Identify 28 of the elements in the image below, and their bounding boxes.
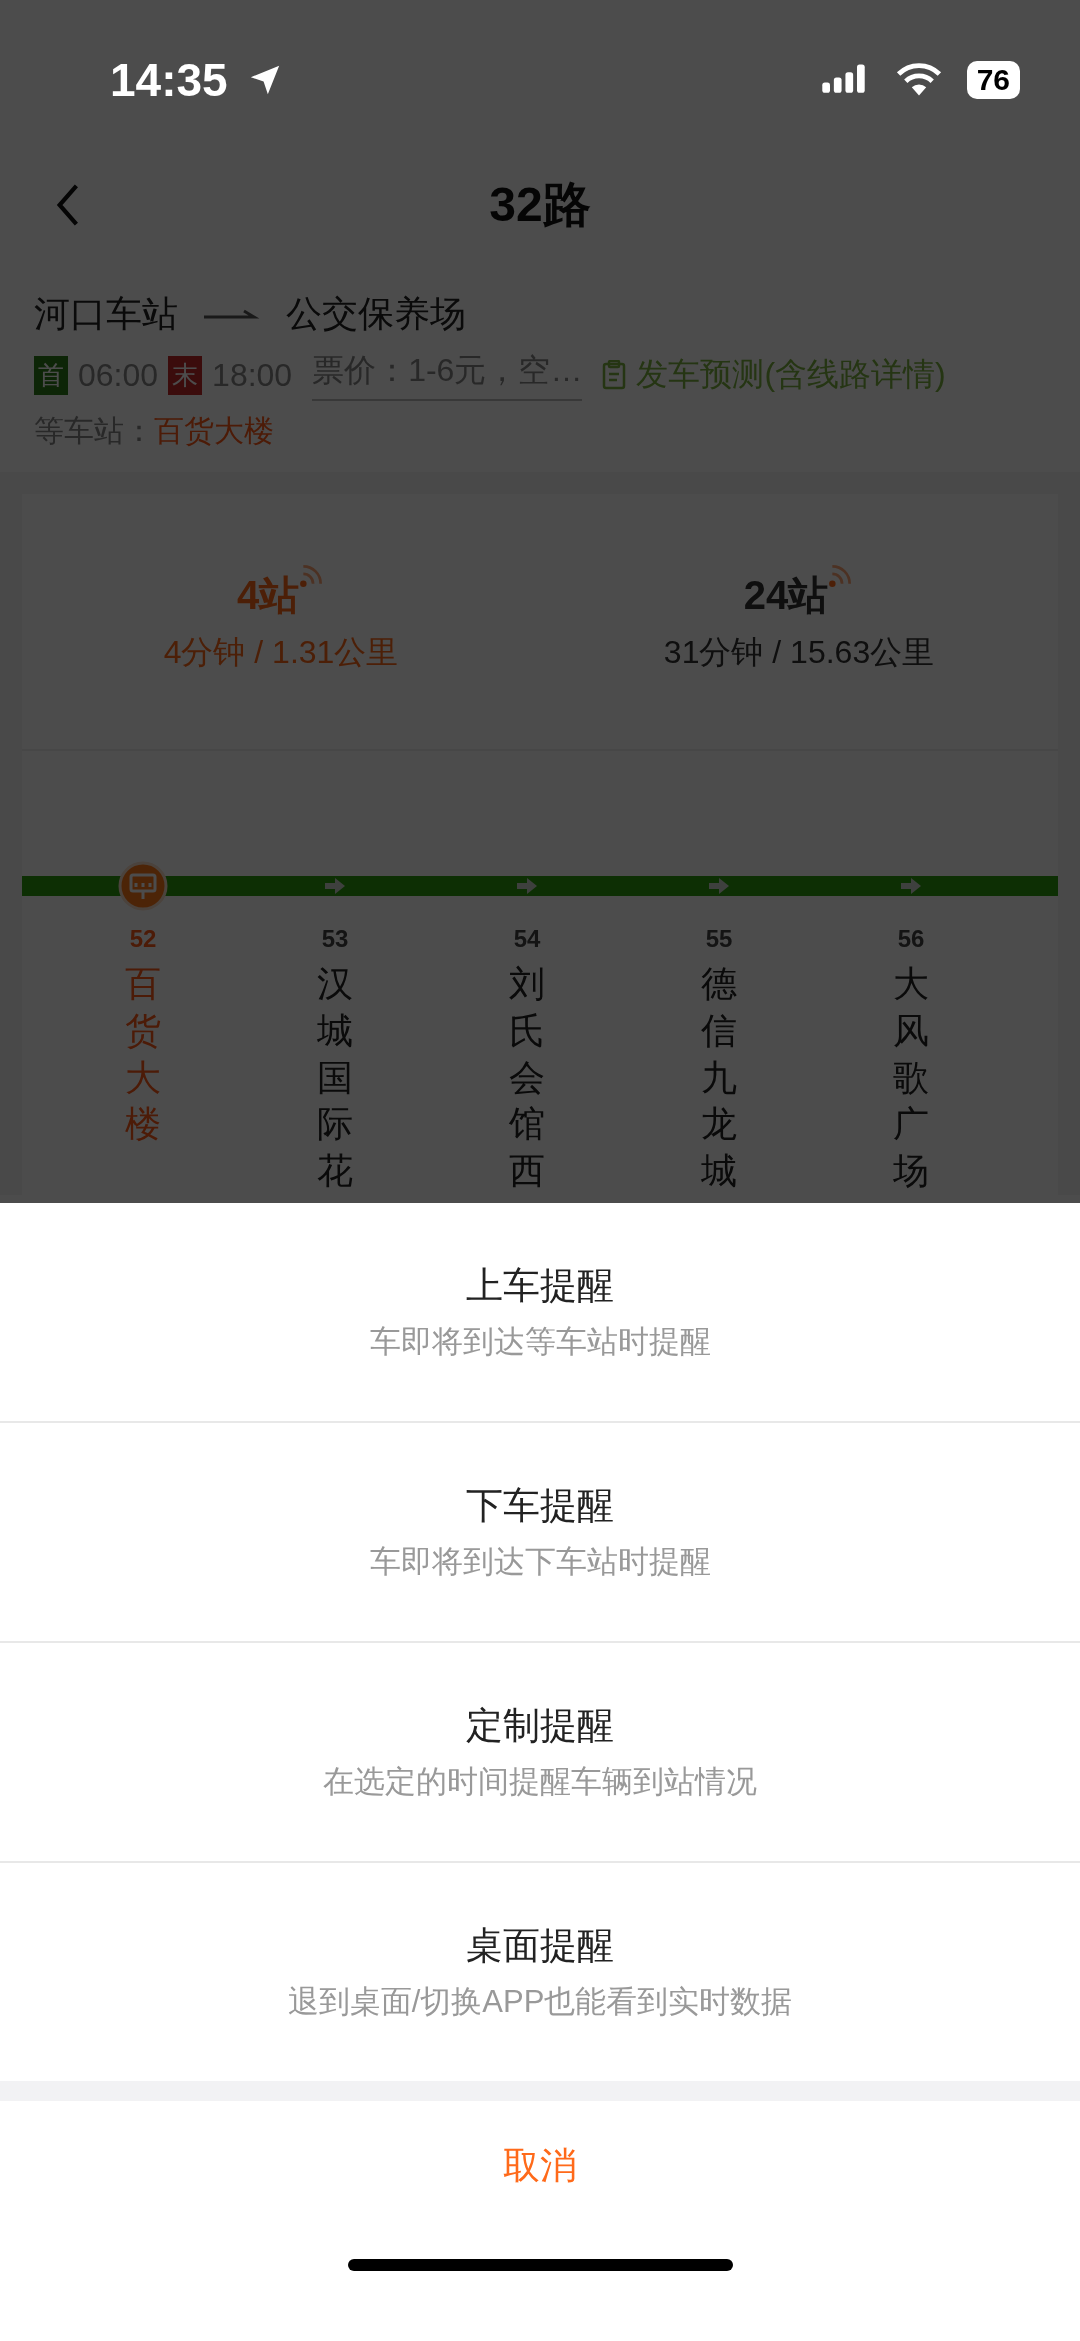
option-subtitle: 退到桌面/切换APP也能看到实时数据: [287, 1983, 793, 2021]
station-number: 54: [513, 925, 541, 953]
option-title: 桌面提醒: [466, 1924, 614, 1968]
arrival-detail: 4分钟 / 1.31公里: [163, 633, 399, 672]
sheet-option[interactable]: 上车提醒 车即将到达等车站时提醒: [0, 1203, 1080, 1423]
station-number: 55: [705, 925, 733, 953]
sheet-option[interactable]: 定制提醒 在选定的时间提醒车辆到站情况: [0, 1643, 1080, 1863]
option-subtitle: 车即将到达下车站时提醒: [369, 1543, 711, 1581]
option-title: 下车提醒: [466, 1484, 614, 1528]
option-subtitle: 车即将到达等车站时提醒: [369, 1323, 711, 1361]
destination-stop: 公交保养场: [286, 292, 466, 336]
option-title: 定制提醒: [466, 1704, 614, 1748]
sheet-option[interactable]: 桌面提醒 退到桌面/切换APP也能看到实时数据: [0, 1863, 1080, 2081]
page-title: 32路: [489, 177, 591, 233]
station-number: 56: [897, 925, 925, 953]
station-number: 53: [321, 925, 349, 953]
sheet-option[interactable]: 下车提醒 车即将到达下车站时提醒: [0, 1423, 1080, 1643]
stop-count: 24站: [743, 572, 829, 619]
wifi-icon: [894, 62, 943, 98]
origin-stop: 河口车站: [34, 292, 178, 336]
arrival-detail: 31分钟 / 15.63公里: [663, 633, 935, 672]
status-time: 14:35: [110, 53, 228, 107]
station-number: 52: [129, 925, 157, 953]
stop-count: 4站: [236, 572, 300, 619]
option-title: 上车提醒: [466, 1264, 614, 1308]
option-subtitle: 在选定的时间提醒车辆到站情况: [323, 1763, 757, 1801]
wait-stop-name[interactable]: 百货大楼: [154, 414, 274, 447]
battery-indicator: 76: [966, 61, 1020, 99]
